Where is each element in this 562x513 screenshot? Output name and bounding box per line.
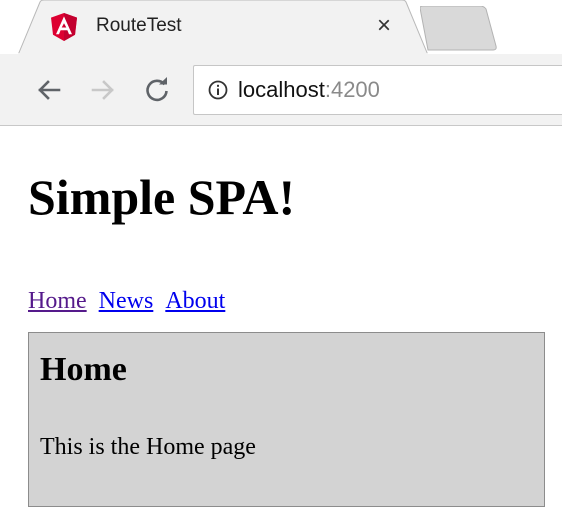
tab-title: RouteTest xyxy=(96,15,182,36)
browser-tab[interactable]: RouteTest × xyxy=(18,0,428,55)
nav-links: Home News About xyxy=(28,288,237,315)
arrow-left-icon[interactable] xyxy=(33,74,65,106)
info-icon[interactable] xyxy=(208,80,228,100)
new-tab-button[interactable] xyxy=(420,6,504,52)
router-outlet-view: Home This is the Home page xyxy=(28,332,545,507)
view-text: This is the Home page xyxy=(40,434,256,460)
view-heading: Home xyxy=(40,351,127,388)
url-text[interactable]: localhost:4200 xyxy=(238,77,380,103)
url-host: localhost xyxy=(238,77,325,102)
nav-link-news[interactable]: News xyxy=(99,288,154,314)
nav-link-about[interactable]: About xyxy=(165,288,225,314)
address-bar[interactable]: localhost:4200 xyxy=(193,65,562,115)
angular-icon xyxy=(51,13,77,41)
tab-background xyxy=(18,0,428,55)
browser-chrome: RouteTest × localhost:4200 xyxy=(0,0,562,126)
reload-icon[interactable] xyxy=(141,74,173,106)
nav-link-home[interactable]: Home xyxy=(28,288,87,314)
url-port: :4200 xyxy=(324,77,380,102)
close-icon[interactable]: × xyxy=(370,12,398,40)
page-title: Simple SPA! xyxy=(28,169,296,225)
browser-toolbar: localhost:4200 xyxy=(0,54,562,125)
arrow-right-icon[interactable] xyxy=(87,74,119,106)
tab-strip: RouteTest × xyxy=(0,0,562,55)
